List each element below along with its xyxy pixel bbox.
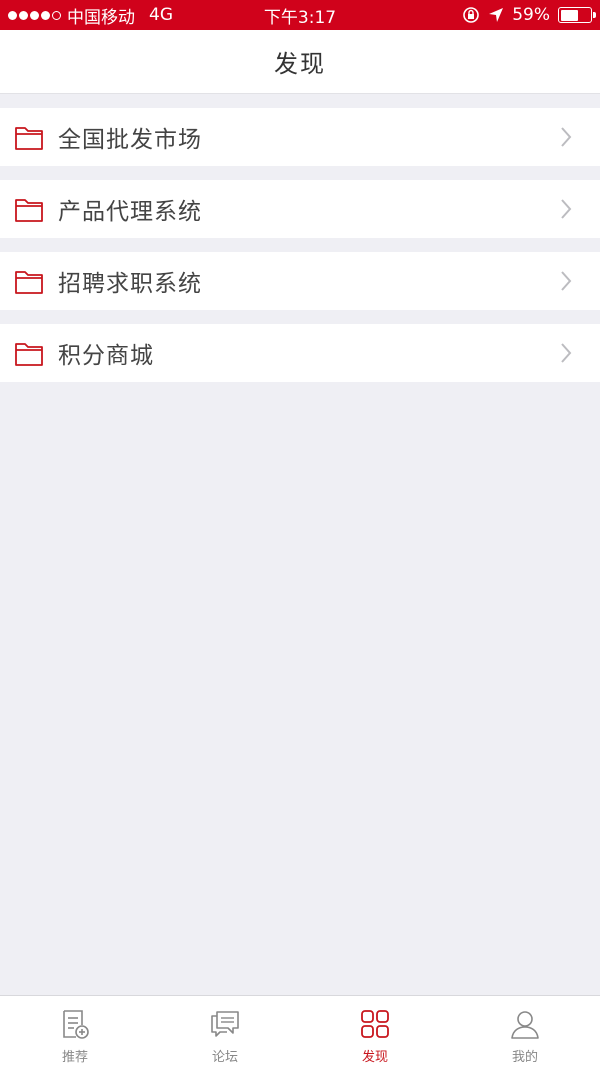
battery-percentage: 59% xyxy=(512,5,550,25)
status-bar: 中国移动 4G 下午3:17 59% xyxy=(0,0,600,30)
status-right: 59% xyxy=(462,5,596,25)
status-left: 中国移动 4G xyxy=(8,3,462,28)
forum-icon xyxy=(211,1011,239,1037)
menu-item-label: 积分商城 xyxy=(58,343,154,369)
menu-item-label: 全国批发市场 xyxy=(58,127,202,153)
tab-recommend[interactable]: 推荐 xyxy=(0,996,150,1067)
location-arrow-icon xyxy=(489,8,504,22)
carrier-name: 中国移动 xyxy=(67,7,135,28)
discover-screen: 中国移动 4G 下午3:17 59% 发现 全国批发市场 产品代理系统 招聘求职… xyxy=(0,0,600,1067)
signal-strength-icon xyxy=(8,10,61,20)
menu-item-recruitment[interactable]: 招聘求职系统 xyxy=(0,252,600,310)
chevron-right-icon xyxy=(561,127,572,147)
tab-bar: 推荐 论坛 发现 我的 xyxy=(0,995,600,1067)
battery-level-fill xyxy=(560,9,578,21)
menu-item-points-mall[interactable]: 积分商城 xyxy=(0,324,600,382)
page-title: 发现 xyxy=(274,50,326,78)
profile-icon xyxy=(511,1011,539,1039)
folder-icon xyxy=(15,271,43,294)
chevron-right-icon xyxy=(561,343,572,363)
discover-icon xyxy=(361,1010,389,1038)
battery-icon xyxy=(558,7,596,23)
tab-label: 我的 xyxy=(511,1050,538,1065)
tab-discover[interactable]: 发现 xyxy=(300,996,450,1067)
chevron-right-icon xyxy=(561,271,572,291)
menu-item-wholesale-market[interactable]: 全国批发市场 xyxy=(0,108,600,166)
folder-icon xyxy=(15,199,43,222)
navigation-bar: 发现 xyxy=(0,30,600,94)
network-type: 4G xyxy=(149,5,173,25)
menu-item-product-agency[interactable]: 产品代理系统 xyxy=(0,180,600,238)
tab-profile[interactable]: 我的 xyxy=(450,996,600,1067)
chevron-right-icon xyxy=(561,199,572,219)
tab-label: 论坛 xyxy=(211,1050,238,1065)
tab-label: 推荐 xyxy=(61,1050,88,1065)
folder-icon xyxy=(15,127,43,150)
menu-item-label: 招聘求职系统 xyxy=(58,271,202,297)
menu-item-label: 产品代理系统 xyxy=(58,199,202,225)
rotation-lock-icon xyxy=(463,7,480,23)
tab-label: 发现 xyxy=(361,1050,388,1065)
recommend-icon xyxy=(63,1010,89,1039)
tab-forum[interactable]: 论坛 xyxy=(150,996,300,1067)
folder-icon xyxy=(15,343,43,366)
